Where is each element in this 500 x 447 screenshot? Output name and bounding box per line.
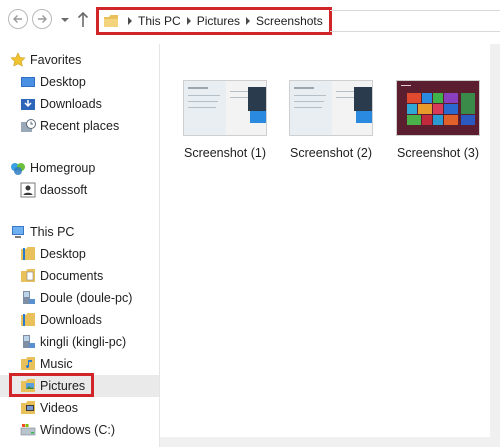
file-view: Screenshot (1) Screenshot (2) Screenshot… [161,44,490,437]
sidebar-item-pictures[interactable]: Pictures [0,375,159,397]
sidebar-item-windows-c[interactable]: Windows (C:) [20,419,115,441]
thumbnail [289,80,373,136]
address-bar[interactable]: This PC Pictures Screenshots [96,7,332,35]
sidebar-item-label: Favorites [30,53,82,67]
address-bar-extension[interactable] [330,10,500,32]
sidebar-item-label: Documents [40,269,104,283]
breadcrumb-separator-icon [125,16,135,26]
back-button[interactable] [8,9,28,29]
file-item[interactable]: Screenshot (1) [183,80,269,168]
sidebar-item-label: Downloads [40,97,102,111]
sidebar-item-label: Music [40,357,73,371]
file-item[interactable]: Screenshot (3) [396,80,482,168]
sidebar-item-recent-places[interactable]: Recent places [20,115,119,137]
sidebar-item-label: Videos [40,401,78,415]
downloads-icon [21,99,35,110]
breadcrumb-screenshots[interactable]: Screenshots [256,14,323,28]
navigation-pane: Favorites Desktop Downloads Recent place… [0,44,160,447]
sidebar-item-homegroup[interactable]: Homegroup [10,157,95,179]
file-name: Screenshot (1) [184,146,266,160]
arrow-left-icon [13,15,22,23]
sidebar-item-documents[interactable]: Documents [20,265,103,287]
recent-places-icon [21,119,36,132]
drive-icon [20,424,36,436]
documents-icon [21,269,35,282]
network-computer-icon [23,291,35,304]
vertical-scrollbar[interactable] [490,44,500,447]
user-icon [20,182,36,198]
breadcrumb-separator-icon [184,16,194,26]
thumbnail [183,80,267,136]
sidebar-item-daossoft[interactable]: daossoft [20,179,87,201]
sidebar-item-downloads[interactable]: Downloads [20,93,102,115]
star-icon [10,52,26,67]
recent-locations-button[interactable] [60,14,70,24]
sidebar-item-label: kingli (kingli-pc) [40,335,127,349]
thumbnail [396,80,480,136]
chevron-down-icon [61,18,69,22]
sidebar-item-label: daossoft [40,183,88,197]
sidebar-item-videos[interactable]: Videos [20,397,78,419]
pictures-icon [21,379,35,392]
sidebar-item-desktop-pc[interactable]: Desktop [20,243,86,265]
sidebar-item-downloads-pc[interactable]: Downloads [20,309,102,331]
breadcrumb-this-pc[interactable]: This PC [138,14,181,28]
sidebar-item-favorites[interactable]: Favorites [10,49,81,71]
file-name: Screenshot (3) [397,146,479,160]
sidebar-item-label: Recent places [40,119,120,133]
arrow-right-icon [38,15,47,23]
sidebar-item-kingli[interactable]: kingli (kingli-pc) [20,331,126,353]
sidebar-item-label: Pictures [40,379,86,393]
forward-button[interactable] [32,9,52,29]
desktop-icon [21,77,35,87]
file-item[interactable]: Screenshot (2) [289,80,375,168]
sidebar-item-label: Homegroup [30,161,96,175]
folder-icon [21,313,35,326]
sidebar-item-music[interactable]: Music [20,353,73,375]
sidebar-item-label: Windows (C:) [40,423,116,437]
sidebar-item-doule[interactable]: Doule (doule-pc) [20,287,132,309]
homegroup-icon [11,163,25,175]
network-computer-icon [23,335,35,348]
folder-icon [104,15,118,27]
sidebar-item-label: This PC [30,225,75,239]
sidebar-item-desktop[interactable]: Desktop [20,71,86,93]
horizontal-scrollbar[interactable] [160,437,500,447]
sidebar-item-this-pc[interactable]: This PC [10,221,74,243]
arrow-up-icon [77,11,89,27]
file-name: Screenshot (2) [290,146,372,160]
computer-icon [12,226,24,238]
music-icon [21,357,35,370]
videos-icon [21,401,35,414]
navigation-bar: This PC Pictures Screenshots [0,0,500,44]
breadcrumb-pictures[interactable]: Pictures [197,14,240,28]
up-button[interactable] [76,10,90,28]
sidebar-item-label: Desktop [40,247,86,261]
sidebar-item-label: Doule (doule-pc) [40,291,133,305]
breadcrumb-separator-icon [243,16,253,26]
sidebar-item-label: Desktop [40,75,86,89]
sidebar-item-label: Downloads [40,313,102,327]
folder-icon [21,247,35,260]
